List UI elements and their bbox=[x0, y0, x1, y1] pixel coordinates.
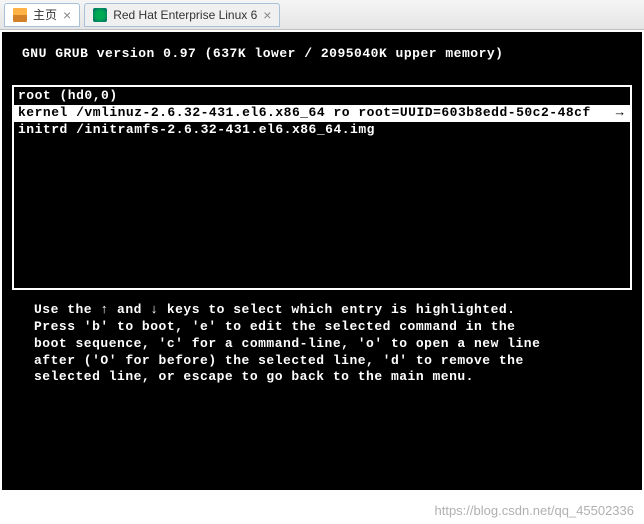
home-icon bbox=[13, 8, 27, 22]
boot-menu[interactable]: root (hd0,0) kernel /vmlinuz-2.6.32-431.… bbox=[12, 85, 632, 290]
help-text: Use the ↑ and ↓ keys to select which ent… bbox=[12, 302, 632, 386]
boot-line-initrd[interactable]: initrd /initramfs-2.6.32-431.el6.x86_64.… bbox=[14, 122, 630, 139]
close-icon[interactable]: × bbox=[63, 8, 71, 22]
boot-line-kernel[interactable]: kernel /vmlinuz-2.6.32-431.el6.x86_64 ro… bbox=[14, 105, 630, 122]
boot-line-root[interactable]: root (hd0,0) bbox=[14, 88, 630, 105]
tab-rhel[interactable]: Red Hat Enterprise Linux 6 × bbox=[84, 3, 280, 27]
kernel-text: kernel /vmlinuz-2.6.32-431.el6.x86_64 ro… bbox=[18, 105, 591, 122]
tab-bar: 主页 × Red Hat Enterprise Linux 6 × bbox=[0, 0, 644, 30]
watermark: https://blog.csdn.net/qq_45502336 bbox=[435, 503, 635, 518]
grub-console[interactable]: GNU GRUB version 0.97 (637K lower / 2095… bbox=[2, 32, 642, 490]
tab-home[interactable]: 主页 × bbox=[4, 3, 80, 27]
grub-header: GNU GRUB version 0.97 (637K lower / 2095… bbox=[12, 46, 632, 63]
more-indicator-icon: → bbox=[616, 105, 626, 122]
tab-label: 主页 bbox=[33, 6, 57, 23]
tab-label: Red Hat Enterprise Linux 6 bbox=[113, 8, 257, 22]
rhel-icon bbox=[93, 8, 107, 22]
close-icon[interactable]: × bbox=[263, 8, 271, 22]
